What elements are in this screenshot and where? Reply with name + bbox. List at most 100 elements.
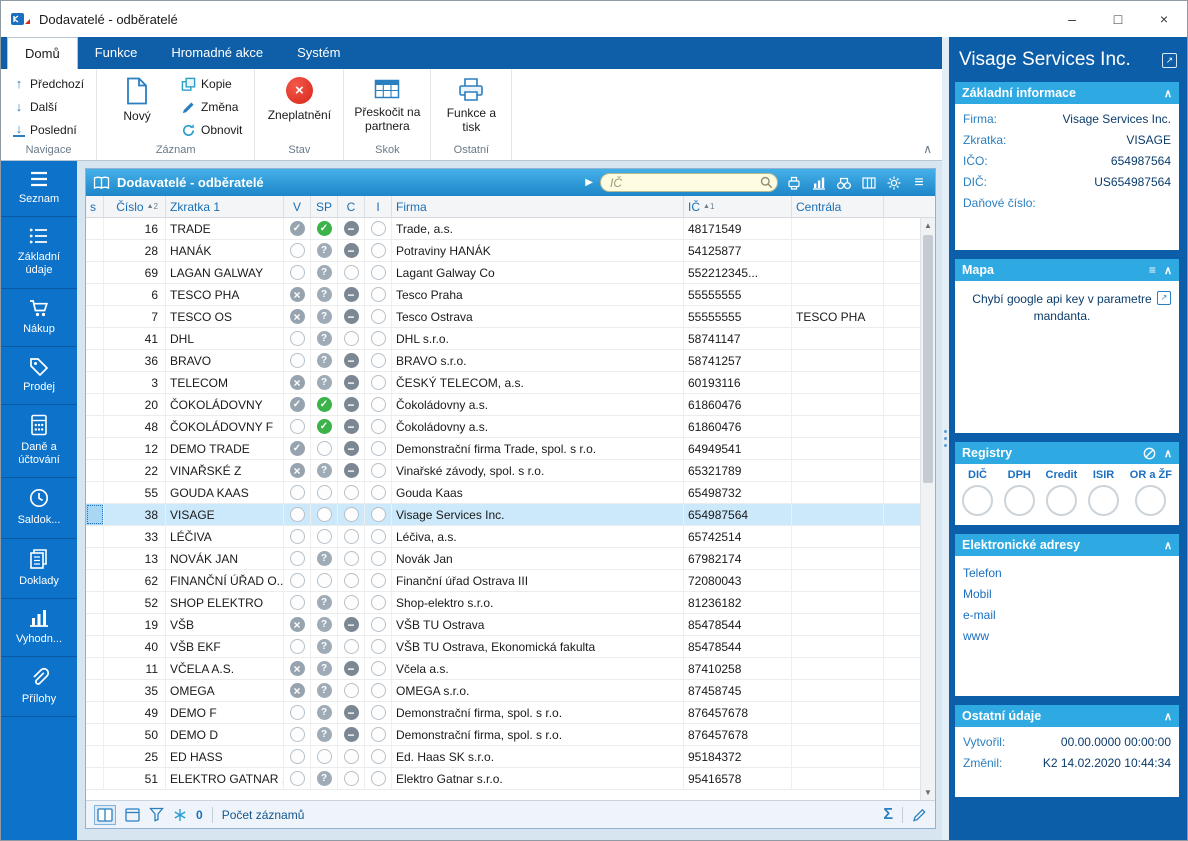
sidebar-item-zakladni-udaje[interactable]: Základní údaje <box>1 217 77 288</box>
row-select-cell[interactable] <box>86 328 104 349</box>
copy-button[interactable]: Kopie <box>176 73 247 95</box>
scrollbar-thumb[interactable] <box>923 235 933 483</box>
table-menu-icon[interactable]: ≡ <box>910 174 928 192</box>
sidebar-item-dane-a-uctovani[interactable]: Daně a účtování <box>1 405 77 478</box>
settings-gear-icon[interactable] <box>885 174 903 192</box>
open-external-icon[interactable]: ↗ <box>1162 53 1177 68</box>
table-row[interactable]: 55 GOUDA KAAS Gouda Kaas 65498732 <box>86 482 920 504</box>
column-header-c[interactable]: C <box>338 196 365 217</box>
table-row[interactable]: 12 DEMO TRADE Demonstrační firma Trade, … <box>86 438 920 460</box>
column-header-centrala[interactable]: Centrála <box>792 196 884 217</box>
registry-status-circle[interactable] <box>1046 485 1077 516</box>
jump-to-partner-button[interactable]: Přeskočit na partnera <box>351 73 423 141</box>
invalidate-button[interactable]: × Zneplatnění <box>262 73 336 141</box>
row-select-cell[interactable] <box>86 746 104 767</box>
preview-panel-icon[interactable] <box>125 808 140 822</box>
search-input[interactable] <box>600 173 778 192</box>
panel-splitter[interactable] <box>942 37 949 840</box>
table-row[interactable]: 13 NOVÁK JAN Novák Jan 67982174 <box>86 548 920 570</box>
new-record-button[interactable]: Nový <box>104 73 170 141</box>
row-select-cell[interactable] <box>86 636 104 657</box>
sum-icon[interactable]: Σ <box>883 806 893 824</box>
tab-hromadne-akce[interactable]: Hromadné akce <box>154 37 280 69</box>
row-select-cell[interactable] <box>86 548 104 569</box>
filter-icon[interactable] <box>149 807 164 822</box>
table-row[interactable]: 16 TRADE Trade, a.s. 48171549 <box>86 218 920 240</box>
sidebar-item-prilohy[interactable]: Přílohy <box>1 657 77 717</box>
scroll-up-arrow-icon[interactable]: ▲ <box>921 218 935 233</box>
column-header-firma[interactable]: Firma <box>392 196 684 217</box>
snowflake-filter-icon[interactable] <box>173 808 187 822</box>
sidebar-item-seznam[interactable]: Seznam <box>1 161 77 217</box>
table-row[interactable]: 35 OMEGA OMEGA s.r.o. 87458745 <box>86 680 920 702</box>
table-row[interactable]: 3 TELECOM ČESKÝ TELECOM, a.s. 60193116 <box>86 372 920 394</box>
table-row[interactable]: 36 BRAVO BRAVO s.r.o. 58741257 <box>86 350 920 372</box>
collapse-chevron-icon[interactable]: ∧ <box>1164 539 1172 552</box>
column-header-zkratka[interactable]: Zkratka 1 <box>166 196 284 217</box>
table-row[interactable]: 7 TESCO OS Tesco Ostrava 55555555 TESCO … <box>86 306 920 328</box>
address-link[interactable]: Mobil <box>963 584 1171 605</box>
column-header-cislo[interactable]: Číslo ▲ 2 <box>104 196 166 217</box>
registry-status-circle[interactable] <box>962 485 993 516</box>
collapse-chevron-icon[interactable]: ∧ <box>1164 710 1172 723</box>
row-select-cell[interactable] <box>86 262 104 283</box>
row-select-cell[interactable] <box>86 306 104 327</box>
row-select-cell[interactable] <box>86 240 104 261</box>
sidebar-item-doklady[interactable]: Doklady <box>1 539 77 599</box>
column-header-i[interactable]: I <box>365 196 392 217</box>
row-select-cell[interactable] <box>86 460 104 481</box>
play-icon[interactable]: ▶ <box>585 177 593 188</box>
collapse-chevron-icon[interactable]: ∧ <box>1164 264 1172 277</box>
sidebar-item-prodej[interactable]: Prodej <box>1 347 77 405</box>
next-button[interactable]: ↓ Další <box>8 96 89 118</box>
close-button[interactable]: × <box>1141 1 1187 37</box>
sidebar-item-saldokonta[interactable]: Saldok... <box>1 478 77 538</box>
minimize-button[interactable]: – <box>1049 1 1095 37</box>
open-map-external-icon[interactable]: ↗ <box>1157 291 1171 305</box>
table-row[interactable]: 22 VINAŘSKÉ Z Vinařské závody, spol. s r… <box>86 460 920 482</box>
row-select-cell[interactable] <box>86 438 104 459</box>
registry-status-circle[interactable] <box>1135 485 1166 516</box>
columns-view-icon[interactable] <box>94 805 116 825</box>
row-select-cell[interactable] <box>86 702 104 723</box>
row-select-cell[interactable] <box>86 372 104 393</box>
registry-status-circle[interactable] <box>1088 485 1119 516</box>
column-header-ic[interactable]: IČ ▲ 1 <box>684 196 792 217</box>
row-select-cell[interactable] <box>86 592 104 613</box>
address-link[interactable]: Telefon <box>963 563 1171 584</box>
functions-print-button[interactable]: Funkce a tisk <box>438 73 504 141</box>
edit-pencil-icon[interactable] <box>912 807 927 822</box>
table-row[interactable]: 69 LAGAN GALWAY Lagant Galway Co 5522123… <box>86 262 920 284</box>
table-row[interactable]: 11 VČELA A.S. Včela a.s. 87410258 <box>86 658 920 680</box>
table-row[interactable]: 49 DEMO F Demonstrační firma, spol. s r.… <box>86 702 920 724</box>
row-select-cell[interactable] <box>86 658 104 679</box>
collapse-chevron-icon[interactable]: ∧ <box>1164 87 1172 100</box>
table-row[interactable]: 25 ED HASS Ed. Haas SK s.r.o. 95184372 <box>86 746 920 768</box>
row-select-cell[interactable] <box>86 394 104 415</box>
refresh-button[interactable]: Obnovit <box>176 119 247 141</box>
ribbon-collapse-chevron-icon[interactable]: ∧ <box>923 142 932 156</box>
table-row[interactable]: 62 FINANČNÍ ÚŘAD O... Finanční úřad Ostr… <box>86 570 920 592</box>
address-link[interactable]: e-mail <box>963 605 1171 626</box>
slash-circle-icon[interactable] <box>1143 447 1156 460</box>
table-row[interactable]: 20 ČOKOLÁDOVNY Čokoládovny a.s. 61860476 <box>86 394 920 416</box>
row-select-cell[interactable] <box>86 416 104 437</box>
collapse-chevron-icon[interactable]: ∧ <box>1164 447 1172 460</box>
table-row[interactable]: 6 TESCO PHA Tesco Praha 55555555 <box>86 284 920 306</box>
columns-icon[interactable] <box>860 174 878 192</box>
registry-status-circle[interactable] <box>1004 485 1035 516</box>
edit-button[interactable]: Změna <box>176 96 247 118</box>
sidebar-item-vyhodnoceni[interactable]: Vyhodn... <box>1 599 77 657</box>
row-select-cell[interactable] <box>86 504 104 525</box>
row-select-cell[interactable] <box>86 482 104 503</box>
maximize-button[interactable]: □ <box>1095 1 1141 37</box>
table-row[interactable]: 40 VŠB EKF VŠB TU Ostrava, Ekonomická fa… <box>86 636 920 658</box>
binoculars-icon[interactable] <box>835 174 853 192</box>
table-row[interactable]: 48 ČOKOLÁDOVNY F Čokoládovny a.s. 618604… <box>86 416 920 438</box>
tab-domu[interactable]: Domů <box>7 37 78 69</box>
previous-button[interactable]: ↑ Předchozí <box>8 73 89 95</box>
table-row[interactable]: 52 SHOP ELEKTRO Shop-elektro s.r.o. 8123… <box>86 592 920 614</box>
column-header-v[interactable]: V <box>284 196 311 217</box>
row-select-cell[interactable] <box>86 350 104 371</box>
tab-funkce[interactable]: Funkce <box>78 37 155 69</box>
